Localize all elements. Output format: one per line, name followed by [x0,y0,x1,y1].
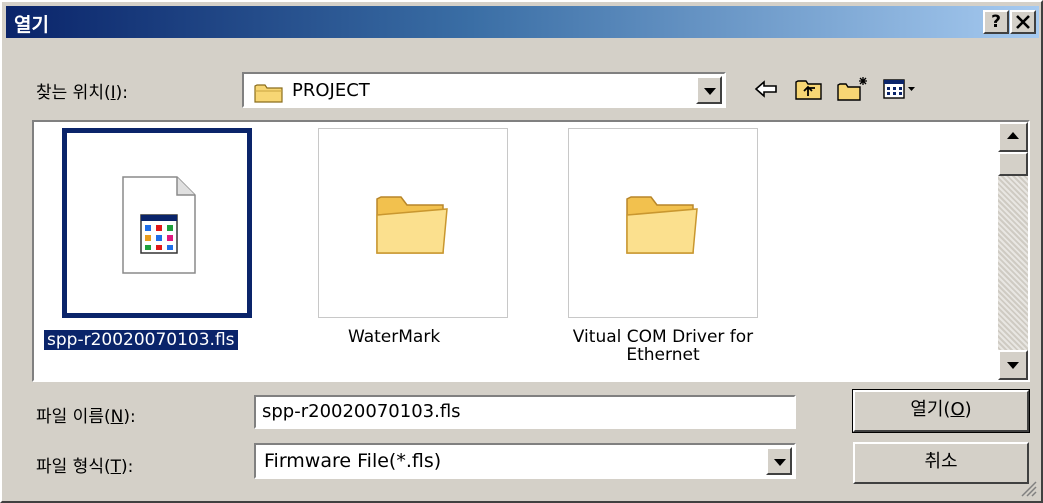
file-list[interactable]: spp-r20020070103.fls WaterMark Vitual CO… [32,120,1030,382]
filetype-label: 파일 형식(T): [36,452,133,477]
open-button[interactable]: 열기(O) [852,389,1030,433]
folder-item[interactable]: Vitual COM Driver for Ethernet [564,122,794,380]
open-button-key: O [950,399,965,420]
filename-label-key: N [110,407,124,427]
filename-input[interactable]: spp-r20020070103.fls [254,395,796,429]
folder-label[interactable]: WaterMark [348,328,440,346]
filetype-dropdown-button[interactable] [766,447,792,475]
lookin-combo[interactable]: PROJECT [242,72,726,108]
file-icon [122,176,196,274]
filename-label-end: ): [123,407,136,427]
folder-label[interactable]: Vitual COM Driver for Ethernet [538,328,788,364]
dialog-title: 열기 [14,14,49,36]
filetype-label-end: ): [121,457,134,477]
vertical-scrollbar[interactable] [998,122,1028,380]
filetype-label-text: 파일 형식( [36,457,111,477]
new-folder-icon[interactable] [836,76,870,102]
folder-icon [626,196,698,254]
open-button-label: 열기( [910,399,951,420]
scroll-down-button[interactable] [998,350,1028,380]
filetype-value: Firmware File(*.fls) [264,450,442,472]
lookin-label-text: 찾는 위치( [36,83,111,103]
lookin-dropdown-button[interactable] [696,76,722,104]
help-button[interactable]: ? [983,10,1009,34]
cancel-button[interactable]: 취소 [853,442,1029,484]
back-arrow-icon[interactable] [752,76,780,102]
file-item[interactable]: spp-r20020070103.fls [43,122,288,380]
open-dialog: 열기 ? 찾는 위치(I): PROJECT spp-r20020070103.… [0,0,1043,503]
open-button-label-end: ) [964,399,972,420]
folder-thumbnail[interactable] [568,128,758,318]
resize-grip-icon[interactable] [1019,479,1037,497]
view-menu-icon[interactable] [882,76,918,102]
file-thumbnail[interactable] [62,128,252,318]
lookin-label: 찾는 위치(I): [36,78,128,103]
lookin-label-end: ): [115,83,128,103]
folder-item[interactable]: WaterMark [314,122,544,380]
folder-icon [254,84,283,103]
filename-label-text: 파일 이름( [36,407,111,427]
folder-icon [376,196,448,254]
folder-thumbnail[interactable] [318,128,508,318]
filename-label: 파일 이름(N): [36,402,136,427]
up-folder-icon[interactable] [794,76,824,102]
title-bar[interactable]: 열기 ? [6,6,1039,38]
folder-label-line2: Ethernet [626,345,700,365]
lookin-value: PROJECT [292,80,370,101]
filetype-combo[interactable]: Firmware File(*.fls) [254,443,796,479]
scroll-up-button[interactable] [998,122,1028,152]
folder-label-line1: Vitual COM Driver for [572,327,754,347]
close-icon [1016,15,1030,29]
file-label[interactable]: spp-r20020070103.fls [43,329,239,351]
filetype-label-key: T [110,457,121,477]
close-button[interactable] [1010,10,1036,34]
scroll-thumb[interactable] [998,152,1028,176]
